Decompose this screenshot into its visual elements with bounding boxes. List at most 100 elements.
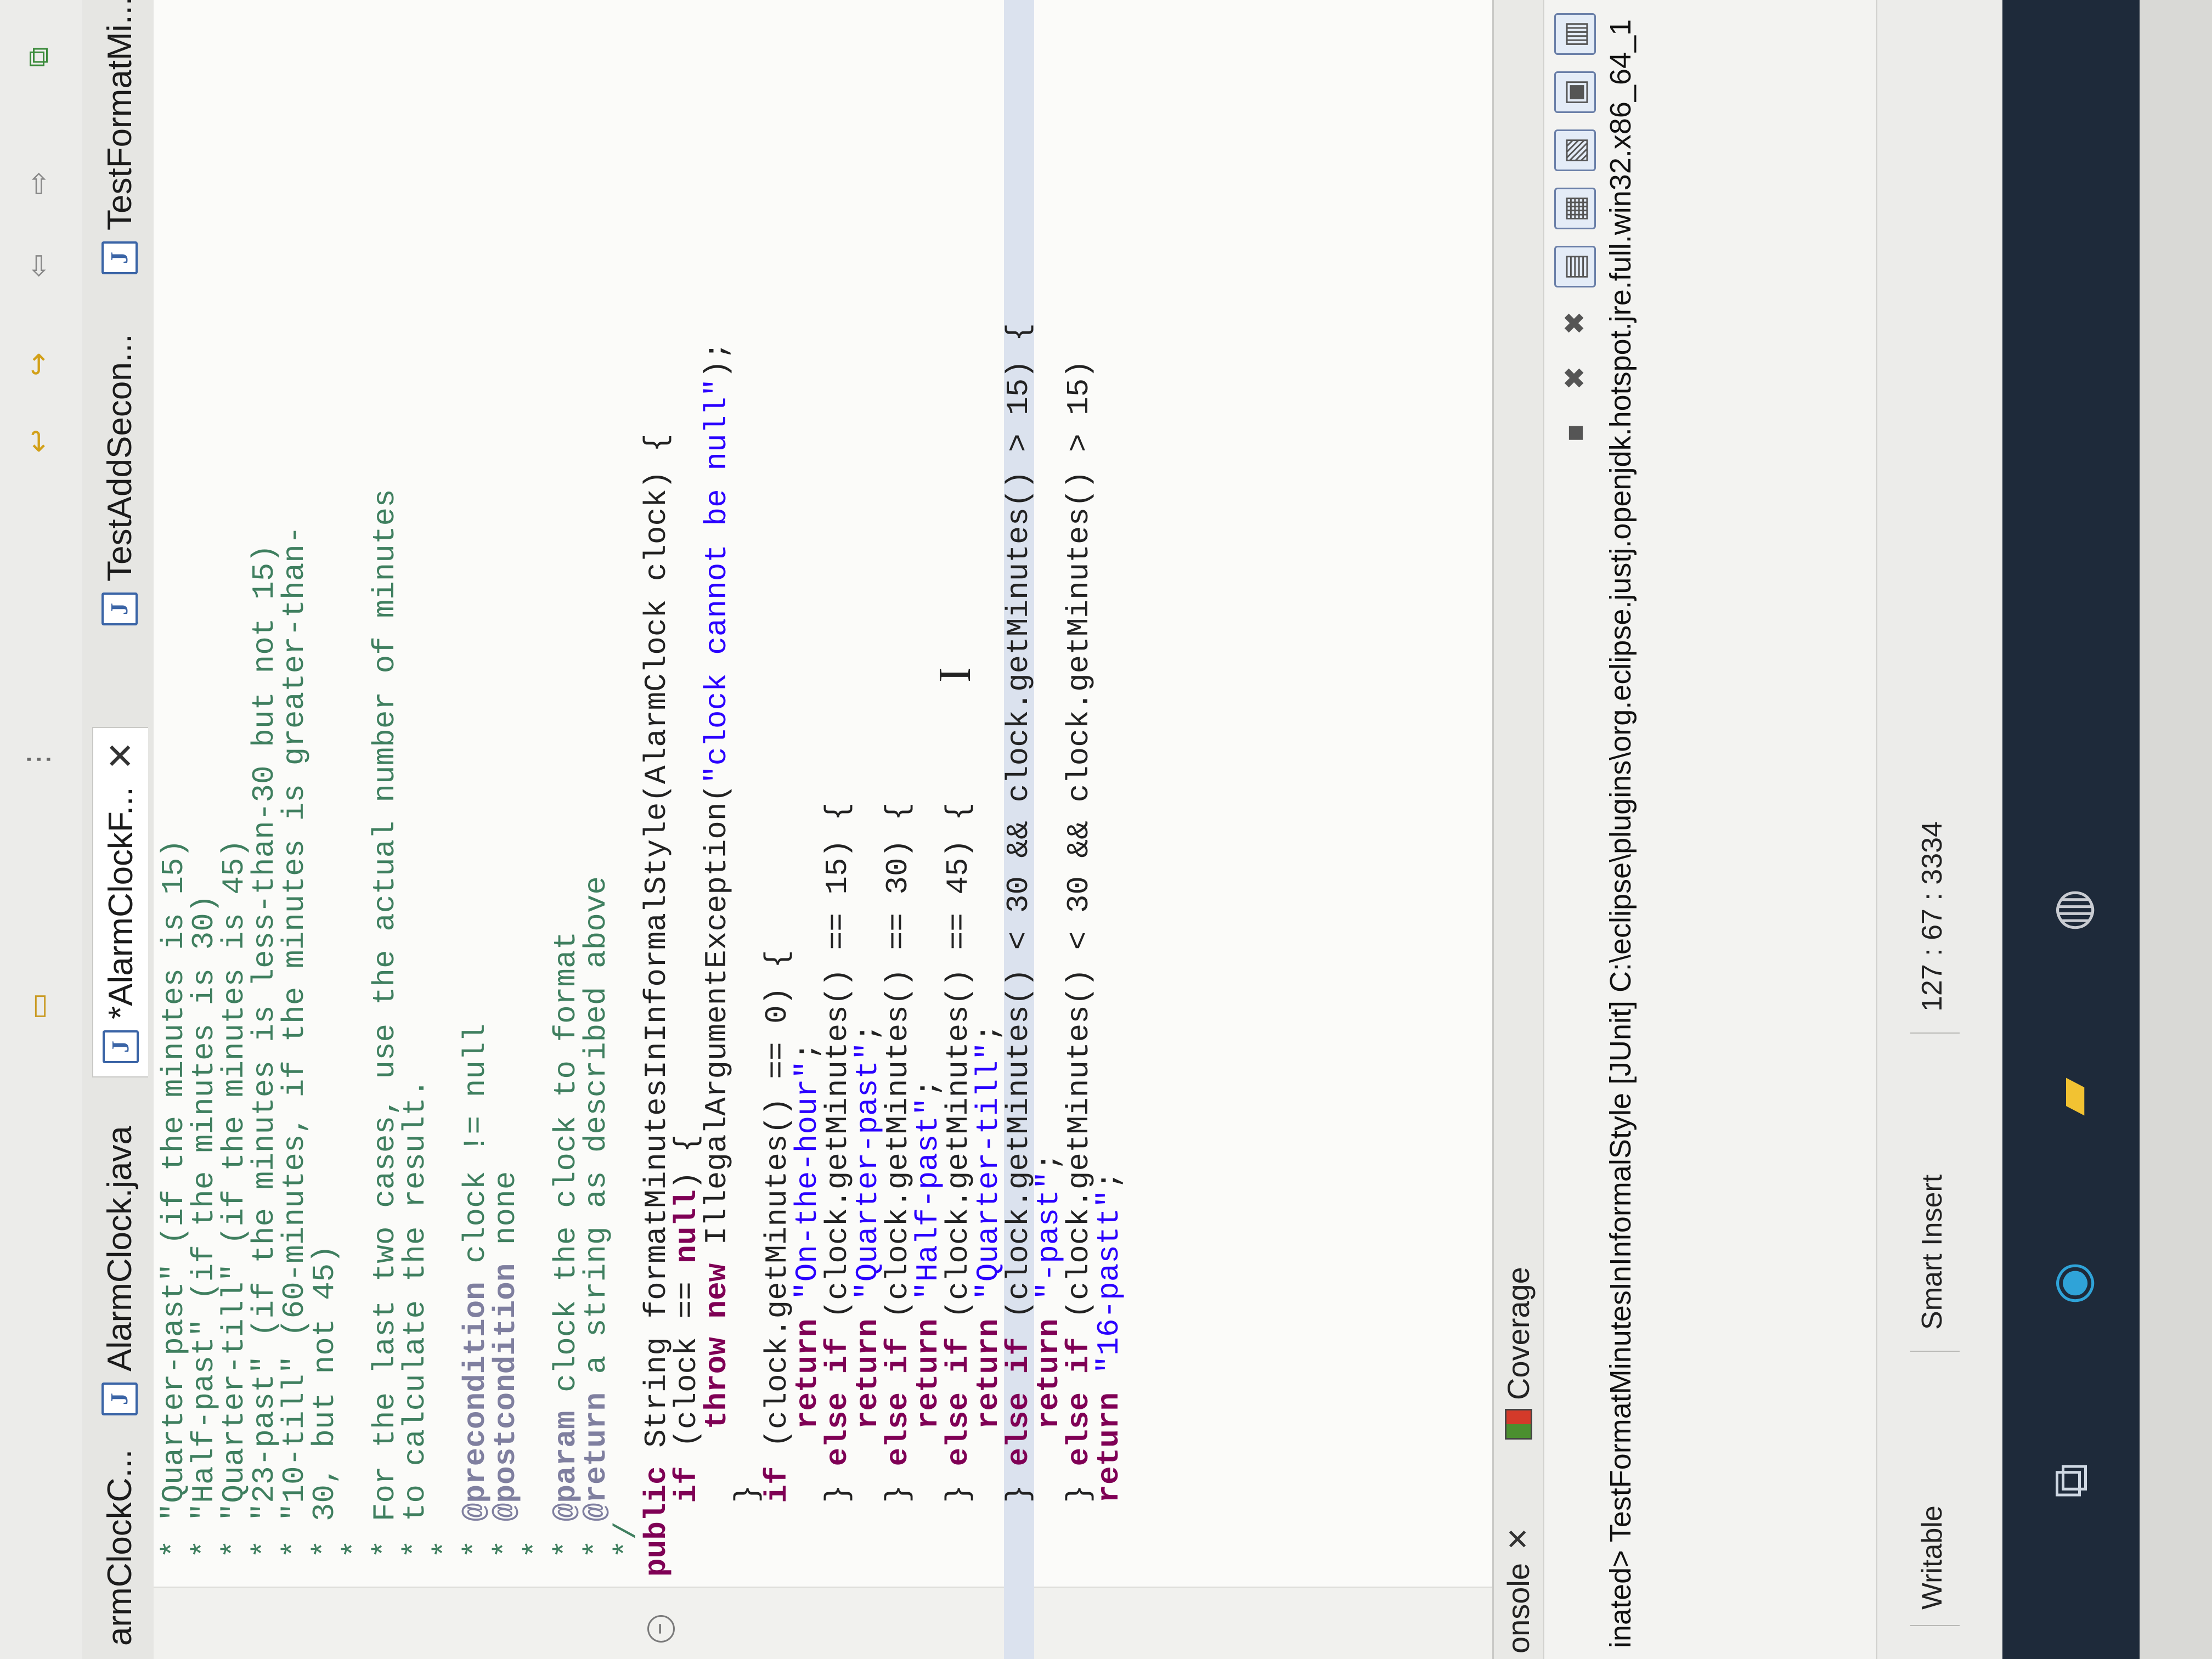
code-line[interactable]: public String formatMinutesInInformalSty… [639,0,674,1577]
code-line[interactable]: return "-past"; [1031,0,1066,1577]
file-explorer-icon[interactable]: ▰ [2035,1061,2107,1132]
status-separator [1910,1351,1960,1352]
code-editor[interactable]: − * "Quarter-past" (if the minutes is 15… [154,0,1492,1659]
code-token: a string as described above [579,876,614,1392]
code-line[interactable]: } else if (clock.getMinutes() == 15) { [820,0,855,1577]
code-token: throw new [699,1263,735,1430]
code-line[interactable]: * @param clock the clock to format [549,0,584,1577]
main-toolbar: ▭ ⋮ ↩ ↪ ⇦ ⇨ ⧉ [0,0,83,1659]
new-window-icon[interactable]: ⧉ [16,35,60,79]
code-area[interactable]: * "Quarter-past" (if the minutes is 15) … [156,0,1127,1659]
code-line[interactable]: * @postcondition none [488,0,523,1577]
code-token: ; [1092,1171,1127,1190]
forward-arrow-icon[interactable]: ↪ [16,342,60,386]
code-line[interactable]: */ [609,0,644,1577]
code-line[interactable]: * "23-past" (if the minutes is less-than… [247,0,282,1577]
code-line[interactable]: * [518,0,554,1577]
folder-icon[interactable]: ▭ [16,984,60,1028]
java-file-icon: J [103,1030,139,1063]
tab-alarmclock-java[interactable]: J AlarmClock.java [92,1113,147,1429]
back-arrow-icon[interactable]: ↩ [16,419,60,463]
text-cursor-icon: I [929,667,980,682]
status-cursor-position: 127 : 67 : 3334 [1916,821,1948,1012]
tab-label: Coverage [1501,1267,1536,1400]
code-token: * to calculate the result. [398,1079,433,1577]
code-line[interactable]: } [730,0,765,1577]
status-writable: Writable [1916,1505,1948,1610]
remove-all-icon[interactable]: ✖ [1556,304,1594,342]
status-separator [1910,1032,1960,1034]
code-line[interactable]: return "Half-past"; [911,0,946,1577]
nav-back-icon[interactable]: ⇦ [16,244,60,287]
code-line[interactable]: return "Quarter-past"; [850,0,885,1577]
code-token: "clock cannot be null" [699,378,735,784]
tab-label: AlarmClock.java [100,1126,139,1372]
code-line[interactable]: } else if (clock.getMinutes() == 45) { [941,0,976,1577]
code-token: return [1092,1392,1127,1503]
word-wrap-icon[interactable]: ▧ [1554,129,1596,171]
console-tab-bar: onsole ✕ Coverage [1494,0,1544,1659]
editor-gutter [154,1587,1492,1659]
tab-alarmclockc[interactable]: armClockC... [92,1436,147,1659]
status-separator [1910,1625,1960,1626]
code-token: none [488,1171,523,1263]
tab-label: onsole [1501,1562,1536,1654]
windows-taskbar: ⧉ ◉ ▰ ◍ [2002,0,2140,1659]
tab-coverage[interactable]: Coverage [1500,1267,1536,1440]
tab-label: *AlarmClockF... [101,787,140,1019]
code-line[interactable]: * "Quarter-past" (if the minutes is 15) [156,0,191,1577]
code-line[interactable]: * [337,0,373,1577]
eclipse-window: ▭ ⋮ ↩ ↪ ⇦ ⇨ ⧉ armClockC... J AlarmClock.… [0,0,2140,1659]
close-console-icon[interactable]: ✕ [1502,1527,1535,1551]
code-line[interactable]: } else if (clock.getMinutes() < 30 && cl… [1001,0,1036,1659]
code-line[interactable]: * @precondition clock != null [458,0,493,1577]
status-bar: Writable Smart Insert 127 : 67 : 3334 [1876,0,2004,1659]
code-line[interactable]: * to calculate the result. [398,0,433,1577]
clear-console-icon[interactable]: ▤ [1554,246,1596,287]
nav-forward-icon[interactable]: ⇨ [16,161,60,205]
pin-console-icon[interactable]: ▣ [1554,71,1596,113]
close-tab-icon[interactable]: ✕ [100,741,142,771]
eclipse-app-icon[interactable]: ◍ [2035,874,2107,946]
fold-toggle-icon[interactable]: − [647,1615,675,1643]
tab-testformatmi[interactable]: J TestFormatMi... [92,0,147,287]
coverage-icon [1504,1409,1532,1440]
dropdown-icon[interactable]: ⋮ [16,737,60,781]
code-token: IllegalArgumentException( [699,783,735,1263]
tab-label: armClockC... [100,1449,139,1646]
tab-testaddsecon[interactable]: J TestAddSecon... [92,321,147,639]
edge-browser-icon[interactable]: ◉ [2035,1248,2107,1319]
code-line[interactable]: throw new IllegalArgumentException("cloc… [699,0,735,1577]
code-line[interactable]: return "16-pastt"; [1092,0,1127,1577]
code-line[interactable]: * [428,0,463,1577]
code-token: * 30, but not 45) [307,1245,342,1577]
editor-tab-bar: armClockC... J AlarmClock.java J *AlarmC… [82,0,155,1659]
task-view-icon[interactable]: ⧉ [2035,1445,2107,1516]
code-line[interactable]: } else if (clock.getMinutes() < 30 && cl… [1062,0,1097,1577]
tab-console[interactable]: onsole ✕ [1500,1527,1536,1654]
code-line[interactable]: if (clock.getMinutes() == 0) { [760,0,795,1577]
code-line[interactable]: * 30, but not 45) [307,0,342,1577]
code-line[interactable]: return "Quarter-till"; [971,0,1006,1577]
tab-alarmclockf-active[interactable]: J *AlarmClockF... ✕ [92,726,148,1077]
code-line[interactable]: if (clock == null) { [669,0,704,1577]
show-console-icon[interactable]: ▥ [1554,13,1596,55]
console-panel: onsole ✕ Coverage ■ ✖ ✖ ▤ ▦ ▧ ▣ ▥ ▾ ▢ in… [1492,0,1878,1659]
code-line[interactable]: * "Half-past" (if the minutes is 30) [187,0,222,1577]
code-line[interactable]: return "On-the-hour"; [790,0,825,1577]
scroll-lock-icon[interactable]: ▦ [1554,188,1596,229]
code-token: "16-pastt" [1092,1189,1127,1374]
console-toolbar: ■ ✖ ✖ ▤ ▦ ▧ ▣ ▥ ▾ ▢ [1554,0,1596,452]
code-line[interactable]: * "10-till" (60-minutes, if the minutes … [277,0,312,1577]
status-insert-mode: Smart Insert [1916,1174,1948,1330]
code-line[interactable]: * @return a string as described above [579,0,614,1577]
code-line[interactable]: * For the last two cases, use the actual… [368,0,403,1577]
stop-icon[interactable]: ■ [1556,414,1594,452]
remove-launch-icon[interactable]: ✖ [1556,359,1594,397]
code-line[interactable]: * "Quarter-till" (if the minutes is 45) [217,0,252,1577]
code-line[interactable]: } else if (clock.getMinutes() == 30) { [881,0,916,1577]
launch-command: inated> TestFormatMinutesInInformalStyle… [1604,19,1637,1648]
code-token: @postcondition [488,1263,523,1522]
